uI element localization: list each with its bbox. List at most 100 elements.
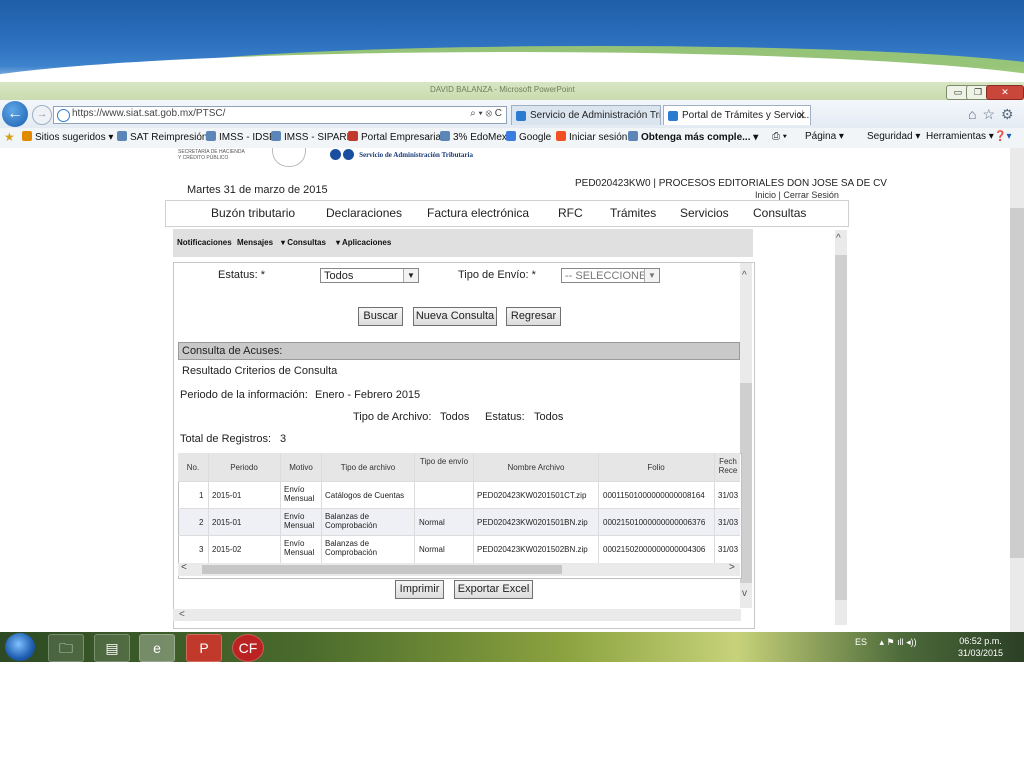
table-scroll-thumb[interactable] bbox=[202, 565, 562, 574]
fav-obtenga[interactable]: Obtenga más comple... ▾ bbox=[628, 131, 758, 143]
page-icon bbox=[271, 131, 281, 141]
inner-scroll-up-icon[interactable]: ^ bbox=[742, 270, 747, 281]
cf-app-icon[interactable]: CF bbox=[232, 634, 264, 662]
col-header-no[interactable]: No. bbox=[183, 463, 203, 472]
table-cell-motivo: Envío Mensual bbox=[284, 512, 315, 530]
menu-tramites[interactable]: Trámites bbox=[610, 206, 656, 220]
row-divider bbox=[178, 535, 740, 536]
table-cell-no: 2 bbox=[199, 518, 204, 527]
close-window-button[interactable]: ✕ bbox=[986, 85, 1024, 100]
buscar-button[interactable]: Buscar bbox=[358, 307, 403, 326]
fav-iniciar[interactable]: Iniciar sesión bbox=[556, 131, 627, 143]
fav-sipare[interactable]: IMSS - SIPARE bbox=[271, 131, 353, 143]
table-cell-fecha: 31/03 bbox=[718, 545, 739, 554]
files-icon[interactable]: ▤ bbox=[94, 634, 130, 662]
fav-portal[interactable]: Portal Empresarial bbox=[348, 131, 443, 143]
address-bar[interactable]: https://www.siat.sat.gob.mx/PTSC/ ⌕ ▾ ⊗ … bbox=[53, 106, 507, 124]
page-scroll-thumb[interactable] bbox=[1010, 208, 1024, 558]
scroll-up-icon[interactable]: ^ bbox=[836, 233, 841, 244]
address-tools[interactable]: ⌕ ▾ ⊗ C bbox=[470, 108, 502, 119]
page-icon bbox=[117, 131, 127, 141]
col-header-fecha[interactable]: Fech Rece bbox=[716, 457, 740, 475]
powerpoint-icon[interactable]: P bbox=[186, 634, 222, 662]
col-header-periodo[interactable]: Periodo bbox=[210, 463, 278, 472]
inner-horizontal-scrollbar[interactable] bbox=[173, 609, 741, 621]
print-icon[interactable]: ⎙ ▾ bbox=[772, 131, 787, 142]
clock[interactable]: 06:52 p.m. 31/03/2015 bbox=[958, 635, 1003, 659]
forward-arrow-icon[interactable]: → bbox=[32, 105, 52, 125]
frame-vertical-scrollbar[interactable] bbox=[835, 230, 847, 625]
clock-time: 06:52 p.m. bbox=[959, 636, 1002, 646]
inner-scroll-down-icon[interactable]: v bbox=[742, 588, 747, 599]
exportar-excel-button[interactable]: Exportar Excel bbox=[454, 580, 533, 599]
table-cell-folio: 00011501000000000008164 bbox=[603, 491, 705, 500]
tab-sat[interactable]: Servicio de Administración Tri... bbox=[511, 105, 661, 125]
col-header-nombre-archivo[interactable]: Nombre Archivo bbox=[475, 463, 597, 472]
explorer-icon[interactable]: 🗀 bbox=[48, 634, 84, 662]
frame-scroll-thumb[interactable] bbox=[835, 255, 847, 600]
col-divider bbox=[714, 453, 715, 563]
menu-herramientas[interactable]: Herramientas ▾ bbox=[926, 131, 994, 142]
menu-pagina[interactable]: Página ▾ bbox=[805, 131, 844, 142]
table-cell-nombre-archivo[interactable]: PED020423KW0201501CT.zip bbox=[477, 491, 586, 500]
menu-factura[interactable]: Factura electrónica bbox=[427, 206, 529, 220]
fav-sat[interactable]: SAT Reimpresión bbox=[117, 131, 207, 143]
menu-declaraciones[interactable]: Declaraciones bbox=[326, 206, 402, 220]
subnav-consultas[interactable]: ▾ Consultas bbox=[281, 238, 326, 247]
table-scroll-right-icon[interactable]: > bbox=[729, 562, 735, 573]
nueva-consulta-button[interactable]: Nueva Consulta bbox=[413, 307, 497, 326]
page-icon bbox=[628, 131, 638, 141]
subnav-aplicaciones[interactable]: ▾ Aplicaciones bbox=[336, 238, 391, 247]
menu-seguridad[interactable]: Seguridad ▾ bbox=[867, 131, 920, 142]
fav-google[interactable]: Google bbox=[506, 131, 551, 143]
start-button[interactable] bbox=[5, 633, 35, 661]
back-arrow-icon[interactable]: ← bbox=[2, 101, 28, 127]
tab-favicon-icon bbox=[668, 111, 678, 121]
system-tray[interactable]: ES ▴ ⚑ ıll ◂)) bbox=[855, 637, 917, 648]
fav-sitios[interactable]: Sitios sugeridos ▾ bbox=[22, 131, 113, 143]
table-scroll-left-icon[interactable]: < bbox=[181, 562, 187, 573]
tray-icons[interactable]: ▴ ⚑ ıll ◂)) bbox=[880, 637, 917, 647]
table-cell-nombre-archivo[interactable]: PED020423KW0201502BN.zip bbox=[477, 545, 588, 554]
star-icon[interactable]: ★ bbox=[4, 130, 15, 144]
col-header-motivo[interactable]: Motivo bbox=[282, 463, 320, 472]
subnav-notificaciones[interactable]: Notificaciones bbox=[177, 238, 232, 247]
internet-explorer-icon[interactable]: e bbox=[139, 634, 175, 662]
rfc-info: PED020423KW0 | PROCESOS EDITORIALES DON … bbox=[575, 178, 887, 189]
logo-dot-icon bbox=[330, 148, 341, 160]
fav-idse[interactable]: IMSS - IDSE bbox=[206, 131, 276, 143]
home-favorites-settings-icons[interactable]: ⌂☆⚙ bbox=[968, 106, 1020, 123]
table-cell-no: 3 bbox=[199, 545, 204, 554]
menu-buzon[interactable]: Buzón tributario bbox=[211, 206, 295, 220]
language-indicator[interactable]: ES bbox=[855, 637, 867, 647]
estatus-select[interactable]: Todos ▼ bbox=[320, 268, 419, 283]
col-header-folio[interactable]: Folio bbox=[600, 463, 712, 472]
col-header-tipo-envio[interactable]: Tipo de envío bbox=[416, 457, 472, 466]
estatus-label: Estatus: * bbox=[218, 269, 266, 281]
row-divider bbox=[178, 481, 740, 482]
help-icon[interactable]: ❓▾ bbox=[994, 131, 1011, 142]
subnav-mensajes[interactable]: Mensajes bbox=[237, 238, 273, 247]
table-horizontal-scrollbar[interactable] bbox=[178, 563, 740, 576]
regresar-button[interactable]: Regresar bbox=[506, 307, 561, 326]
page-vertical-scrollbar[interactable] bbox=[1010, 148, 1024, 632]
tipo-envio-select[interactable]: -- SELECCIONE -- ▼ bbox=[561, 268, 660, 283]
table-cell-nombre-archivo[interactable]: PED020423KW0201501BN.zip bbox=[477, 518, 588, 527]
tab-portal[interactable]: Portal de Trámites y Servici... ✕ bbox=[663, 105, 811, 125]
fav-edomex[interactable]: 3% EdoMex bbox=[440, 131, 507, 143]
menu-servicios[interactable]: Servicios bbox=[680, 206, 729, 220]
session-links[interactable]: Inicio | Cerrar Sesión bbox=[755, 190, 839, 200]
col-header-tipo-archivo[interactable]: Tipo de archivo bbox=[323, 463, 413, 472]
clock-date: 31/03/2015 bbox=[958, 648, 1004, 658]
menu-consultas[interactable]: Consultas bbox=[753, 206, 806, 220]
current-date: Martes 31 de marzo de 2015 bbox=[187, 184, 328, 196]
imprimir-button[interactable]: Imprimir bbox=[395, 580, 444, 599]
menu-rfc[interactable]: RFC bbox=[558, 206, 583, 220]
tab-label: Servicio de Administración Tri... bbox=[530, 110, 661, 121]
tab-favicon-icon bbox=[516, 111, 526, 121]
inner-scroll-left-icon[interactable]: < bbox=[179, 609, 185, 620]
tab-close-icon[interactable]: ✕ bbox=[797, 106, 806, 125]
address-url[interactable]: https://www.siat.sat.gob.mx/PTSC/ bbox=[72, 108, 225, 119]
window-title-bar: DAVID BALANZA - Microsoft PowerPoint bbox=[0, 82, 1024, 100]
table-cell-periodo: 2015-01 bbox=[212, 491, 242, 500]
